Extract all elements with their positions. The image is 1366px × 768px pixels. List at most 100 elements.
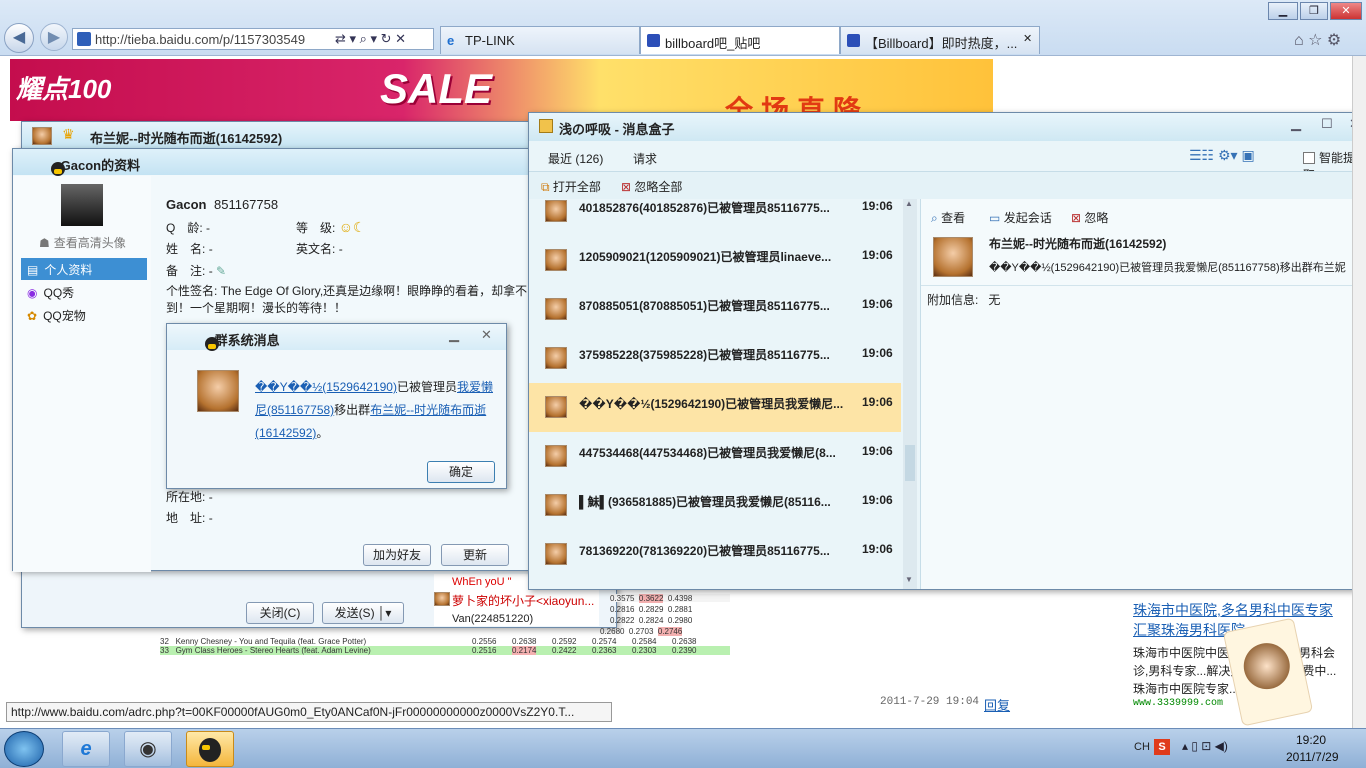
name-value: - bbox=[208, 242, 213, 256]
add-friend-button[interactable]: 加为好友 bbox=[363, 544, 431, 566]
group-avatar bbox=[545, 494, 567, 516]
group-avatar bbox=[545, 396, 567, 418]
message-box-window: 浅の呼吸 - 消息盒子 ▁ ☐ ✕ 最近 (126) 请求 ☰☷ ⚙▾ ▣ 智能… bbox=[528, 112, 1366, 590]
input-method-icon[interactable]: S bbox=[1154, 739, 1170, 755]
minimize-icon[interactable]: ▁ bbox=[449, 327, 459, 343]
tab-recent[interactable]: 最近 (126) bbox=[548, 150, 603, 167]
minimize-icon[interactable]: ▁ bbox=[1268, 2, 1298, 20]
start-button[interactable] bbox=[4, 731, 44, 767]
table-row: 32 Kenny Chesney - You and Tequila (feat… bbox=[160, 637, 697, 646]
restore-icon[interactable]: ❐ bbox=[1300, 2, 1328, 20]
card-icon: ▤ bbox=[27, 263, 39, 277]
table-row: 33 Gym Class Heroes - Stereo Hearts (fea… bbox=[160, 646, 730, 655]
ad-title[interactable]: 珠海市中医院,多名男科中医专家 bbox=[1133, 600, 1343, 620]
media-taskbar-icon[interactable]: ◉ bbox=[124, 731, 172, 767]
view-avatar-button[interactable]: ☗ 查看高清头像 bbox=[39, 234, 126, 251]
level-icon: ☺☾ bbox=[338, 219, 366, 235]
scroll-up-icon[interactable]: ▲ bbox=[905, 199, 913, 208]
extra-info: 附加信息: 无 bbox=[927, 293, 1001, 307]
signature: 个性签名: The Edge Of Glory,还真是边缘啊！眼睁睁的看着，却拿… bbox=[166, 284, 528, 315]
detail-group-name: 布兰妮--时光随布而逝(16142592) bbox=[989, 237, 1167, 251]
msgbox-action-bar: ⧉ 打开全部 ⊠ 忽略全部 bbox=[529, 171, 1366, 199]
group-avatar bbox=[545, 445, 567, 467]
list-item[interactable]: ▌鮇▌(936581885)已被管理员我爱懒尼(85116... 19:06 bbox=[529, 481, 901, 530]
age-value: - bbox=[206, 221, 211, 235]
clock-date[interactable]: 2011/7/29 bbox=[1286, 750, 1339, 764]
group-avatar bbox=[933, 237, 973, 277]
ok-button[interactable]: 确定 bbox=[427, 461, 495, 483]
page-scrollbar[interactable] bbox=[1352, 56, 1366, 728]
ignore-button[interactable]: ⊠ 忽略 bbox=[1071, 209, 1108, 226]
list-item-selected[interactable]: ��Y��½(1529642190)已被管理员我爱懒尼... 19:06 bbox=[529, 383, 901, 432]
open-all-button[interactable]: ⧉ 打开全部 bbox=[541, 178, 601, 195]
magnifier-icon: ⌕ bbox=[931, 211, 938, 225]
view-button[interactable]: ⌕ 查看 bbox=[931, 209, 965, 226]
pet-icon: ✿ bbox=[27, 309, 38, 323]
taskbar: e ◉ CH S ▴ ▯ ⊡ ◀) 19:20 2011/7/29 bbox=[0, 728, 1366, 768]
list-item[interactable]: 870885051(870885051)已被管理员85116775... 19:0… bbox=[529, 285, 901, 334]
list-item[interactable]: 447534468(447534468)已被管理员我爱懒尼(8... 19:06 bbox=[529, 432, 901, 481]
edit-icon[interactable]: ✎ bbox=[216, 264, 226, 278]
ignore-all-button[interactable]: ⊠ 忽略全部 bbox=[621, 178, 682, 195]
group-avatar bbox=[545, 347, 567, 369]
forward-icon[interactable]: ▶ bbox=[40, 23, 68, 51]
sidebar-item-qqpet[interactable]: ✿ QQ宠物 bbox=[27, 307, 86, 324]
list-item[interactable]: 401852876(401852876)已被管理员85116775... 19:0… bbox=[529, 199, 901, 236]
tab-request[interactable]: 请求 bbox=[633, 150, 657, 167]
qq-penguin-icon bbox=[205, 337, 219, 351]
browser-toolbar: ◀ ▶ http://tieba.baidu.com/p/1157303549 … bbox=[0, 0, 1366, 56]
ignore-icon: ⊠ bbox=[1071, 211, 1082, 225]
language-indicator[interactable]: CH bbox=[1134, 741, 1150, 753]
ie-taskbar-icon[interactable]: e bbox=[62, 731, 110, 767]
view-toggle-icons[interactable]: ☰☷ ⚙▾ ▣ bbox=[1189, 147, 1255, 164]
scrollbar-thumb[interactable] bbox=[905, 445, 915, 481]
list-item[interactable]: 375985228(375985228)已被管理员85116775... 19:0… bbox=[529, 334, 901, 383]
baidu-paw-icon bbox=[847, 34, 860, 47]
address-value: - bbox=[208, 511, 213, 525]
message-list: 401852876(401852876)已被管理员85116775... 19:0… bbox=[529, 199, 919, 589]
checkbox[interactable] bbox=[1303, 152, 1315, 164]
update-button[interactable]: 更新 bbox=[441, 544, 509, 566]
member-link[interactable]: ��Y��½(1529642190) bbox=[255, 380, 397, 394]
ie-tab-icon: e bbox=[447, 33, 455, 48]
group-avatar bbox=[545, 249, 567, 271]
tab-billboard-heat[interactable]: 【Billboard】即时热度，... ✕ bbox=[840, 26, 1040, 54]
person-icon: ☗ bbox=[39, 236, 50, 250]
list-item[interactable]: 781369220(781369220)已被管理员85116775... 19:0… bbox=[529, 530, 901, 579]
chat-icon: ▭ bbox=[989, 211, 1001, 225]
tab-tplink[interactable]: e TP-LINK bbox=[440, 26, 640, 54]
qqshow-icon: ◉ bbox=[27, 286, 38, 300]
group-avatar bbox=[545, 200, 567, 222]
sidebar-item-profile[interactable]: ▤ 个人资料 bbox=[21, 258, 147, 280]
mailbox-icon bbox=[539, 119, 553, 133]
dialog-titlebar: 群系统消息 ▁ ✕ bbox=[167, 324, 506, 351]
minimize-icon[interactable]: ▁ bbox=[1291, 116, 1301, 132]
maximize-icon[interactable]: ☐ bbox=[1321, 116, 1333, 132]
clock-time[interactable]: 19:20 bbox=[1296, 733, 1326, 747]
banner-logo: 耀点100 bbox=[16, 74, 112, 104]
list-item[interactable]: 1205909021(1205909021)已被管理员linaeve... 19:… bbox=[529, 236, 901, 285]
list-scrollbar[interactable]: ▲ ▼ bbox=[903, 199, 917, 589]
close-icon[interactable]: ✕ bbox=[481, 327, 492, 343]
tray-icons[interactable]: ▴ ▯ ⊡ ◀) bbox=[1182, 739, 1228, 753]
sidebar-item-qqshow[interactable]: ◉ QQ秀 bbox=[27, 284, 74, 301]
address-bar[interactable]: http://tieba.baidu.com/p/1157303549 ⇄ ▾ … bbox=[72, 28, 434, 50]
system-message-text: ��Y��½(1529642190)已被管理员我爱懒尼(851167758)移出… bbox=[255, 380, 493, 440]
back-icon[interactable]: ◀ bbox=[4, 23, 34, 53]
start-chat-button[interactable]: ▭ 发起会话 bbox=[989, 209, 1052, 226]
note-value: - bbox=[208, 264, 213, 278]
group-avatar bbox=[545, 543, 567, 565]
post-time: 2011-7-29 19:04 bbox=[880, 696, 980, 708]
profile-nick: Gacon bbox=[166, 197, 207, 212]
close-tab-icon[interactable]: ✕ bbox=[1023, 32, 1032, 45]
scroll-down-icon[interactable]: ▼ bbox=[905, 575, 913, 584]
compat-icon[interactable]: ⇄ ▾ ⌕ ▾ ↻ ✕ bbox=[335, 31, 406, 47]
chart-table-fragment: 0.3575 0.3622 0.4398 0.2816 0.2829 0.288… bbox=[160, 594, 730, 655]
tab-billboard-bar[interactable]: billboard吧_贴吧 bbox=[640, 26, 840, 54]
reply-link[interactable]: 回复 bbox=[984, 695, 1010, 714]
close-icon[interactable]: ✕ bbox=[1330, 2, 1362, 20]
location-value: - bbox=[208, 490, 213, 504]
banner-sale: SALE bbox=[380, 65, 493, 112]
home-star-gear-icons[interactable]: ⌂ ☆ ⚙ bbox=[1294, 30, 1341, 50]
qq-taskbar-icon[interactable] bbox=[186, 731, 234, 767]
